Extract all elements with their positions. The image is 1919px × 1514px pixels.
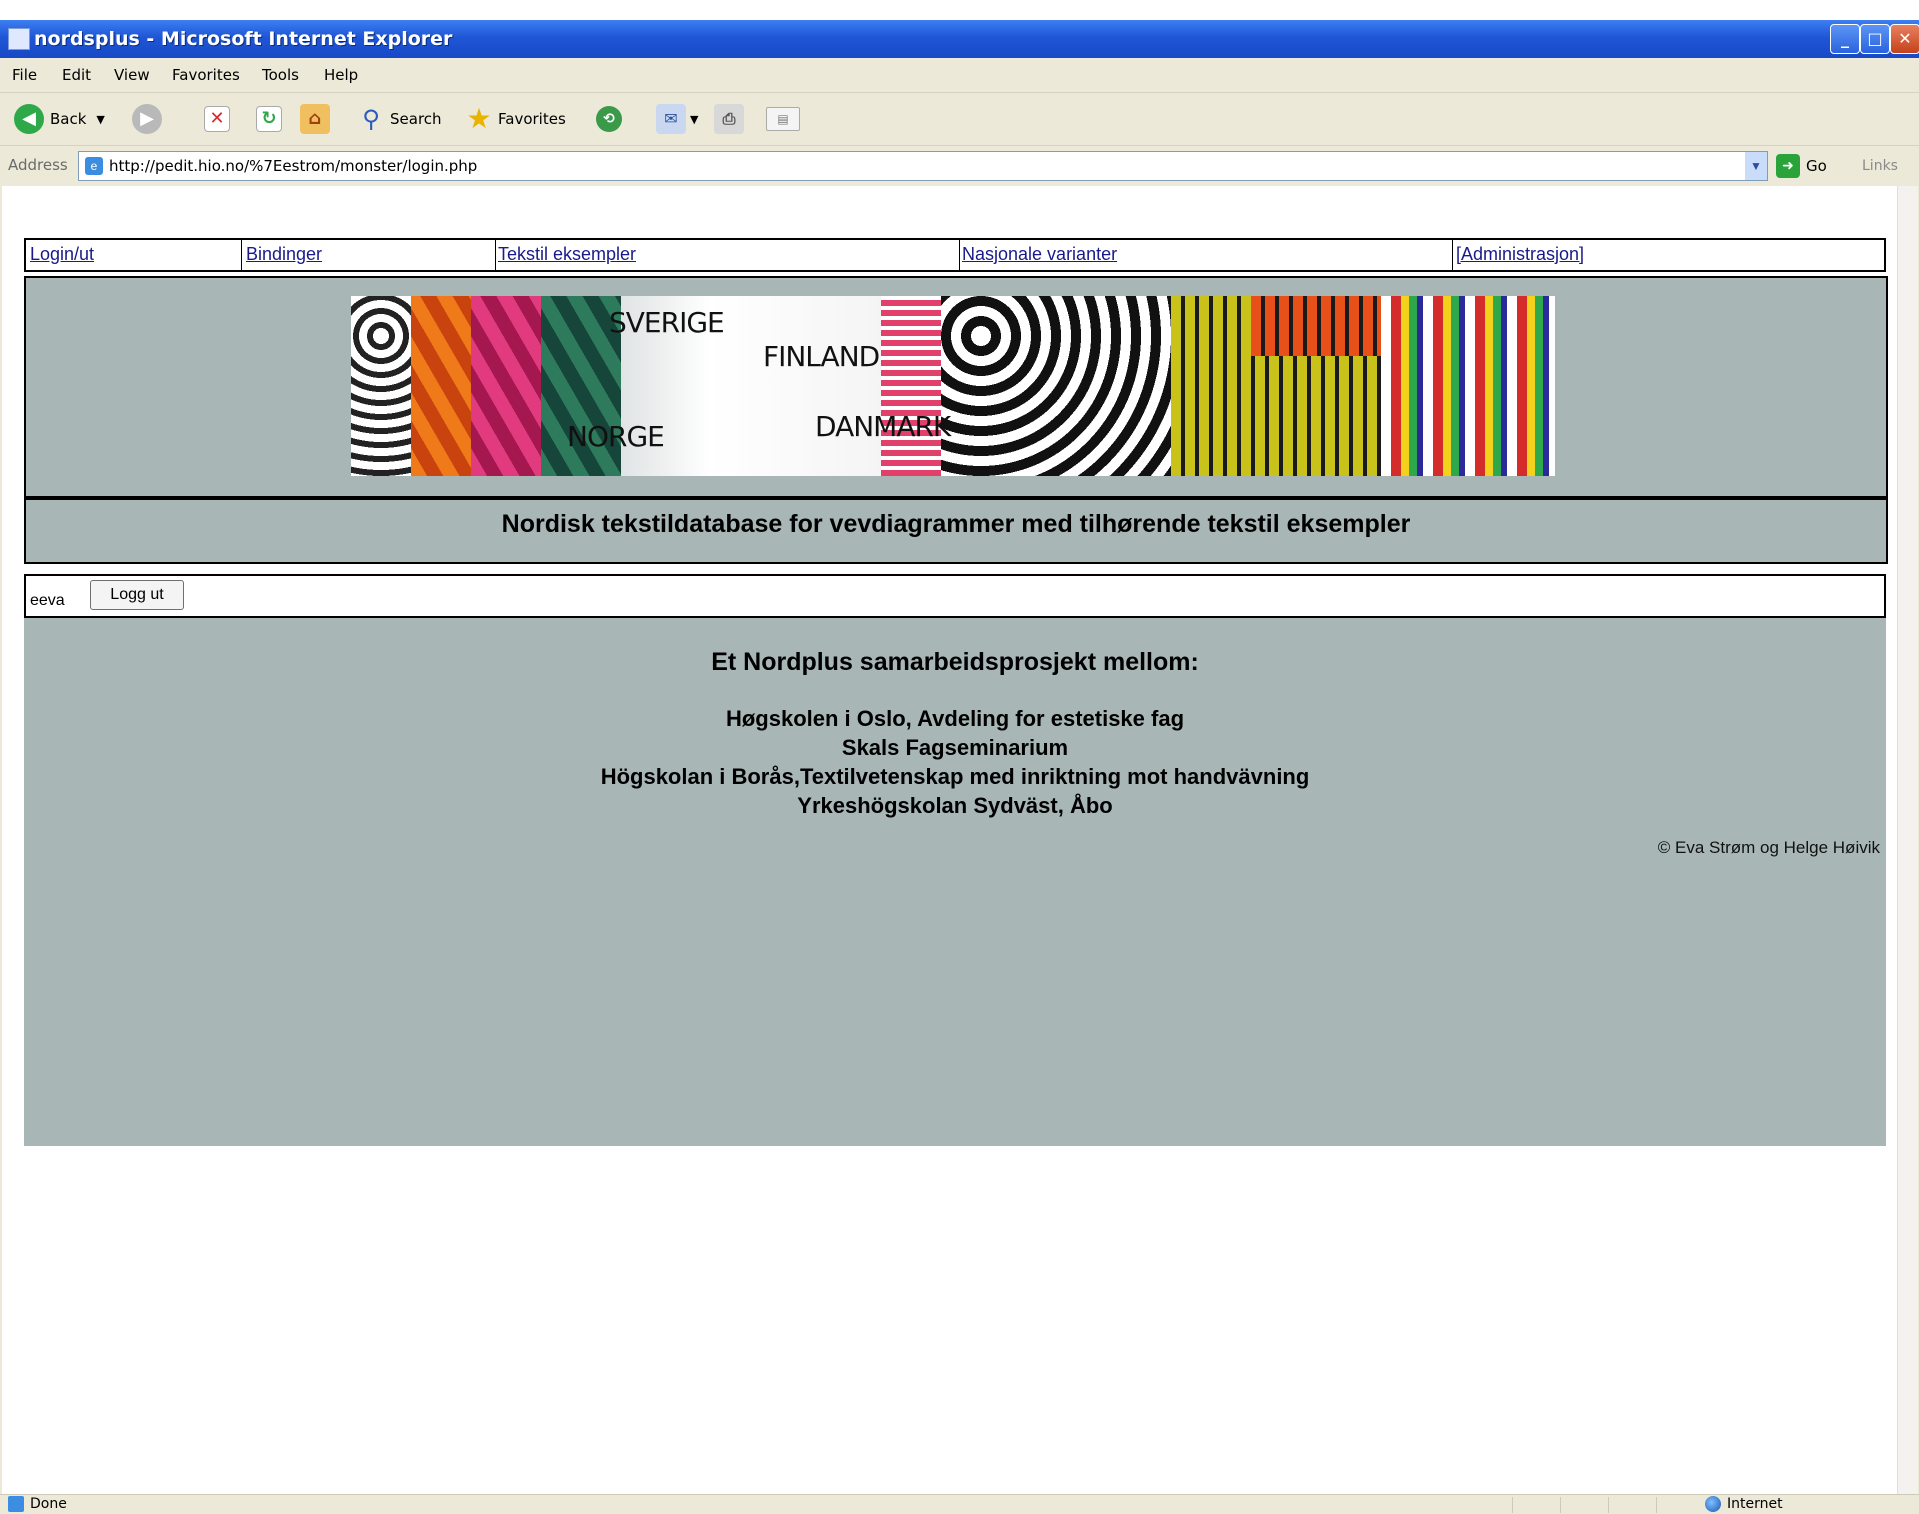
menu-edit[interactable]: Edit bbox=[62, 66, 91, 84]
nav-administrasjon[interactable]: [Administrasjon] bbox=[1456, 244, 1584, 265]
close-button[interactable]: ✕ bbox=[1890, 24, 1919, 54]
nav-divider bbox=[495, 240, 496, 270]
menu-favorites[interactable]: Favorites bbox=[172, 66, 240, 84]
collaboration-heading: Et Nordplus samarbeidsprosjekt mellom: bbox=[711, 648, 1199, 676]
partner-item: Yrkeshögskolan Sydväst, Åbo bbox=[797, 793, 1113, 818]
page-status-icon bbox=[8, 1496, 24, 1512]
favorites-button[interactable]: ★ Favorites bbox=[464, 101, 566, 137]
back-button[interactable]: ◀ Back ▼ bbox=[14, 101, 105, 137]
refresh-icon: ↻ bbox=[256, 106, 282, 132]
page-icon: e bbox=[85, 157, 103, 175]
history-button[interactable]: ⟲ bbox=[596, 101, 622, 137]
top-margin bbox=[0, 0, 1919, 20]
back-label: Back bbox=[50, 110, 87, 128]
edit-button[interactable]: ▤ bbox=[766, 101, 800, 137]
status-text: Done bbox=[30, 1496, 67, 1512]
go-arrow-icon: ➜ bbox=[1776, 154, 1800, 178]
minimize-button[interactable]: _ bbox=[1830, 24, 1860, 54]
title-bar: nordsplus - Microsoft Internet Explorer … bbox=[0, 20, 1919, 58]
nav-nasjonale-varianter[interactable]: Nasjonale varianter bbox=[962, 244, 1117, 265]
back-arrow-icon: ◀ bbox=[14, 104, 44, 134]
maximize-button[interactable]: □ bbox=[1860, 24, 1890, 54]
status-done: Done bbox=[8, 1496, 67, 1512]
nav-divider bbox=[1452, 240, 1453, 270]
address-url: http://pedit.hio.no/%7Eestrom/monster/lo… bbox=[109, 157, 478, 175]
content-panel: Et Nordplus samarbeidsprosjekt mellom: H… bbox=[24, 618, 1886, 1146]
ie-app-icon bbox=[8, 28, 30, 50]
banner-panel: SVERIGE FINLAND NORGE DANMARK bbox=[24, 276, 1888, 498]
partner-item: Skals Fagseminarium bbox=[841, 735, 1069, 760]
go-label: Go bbox=[1806, 157, 1827, 175]
window-title: nordsplus - Microsoft Internet Explorer bbox=[34, 28, 453, 50]
status-bar: Done Internet bbox=[0, 1494, 1919, 1514]
nav-divider bbox=[241, 240, 242, 270]
banner-danmark: DANMARK bbox=[815, 410, 951, 443]
internet-globe-icon bbox=[1705, 1496, 1721, 1512]
page-viewport: Login/ut Bindinger Tekstil eksempler Nas… bbox=[2, 186, 1897, 1494]
nav-tekstil-eksempler[interactable]: Tekstil eksempler bbox=[498, 244, 636, 265]
logged-in-username: eeva bbox=[30, 592, 65, 609]
edit-page-icon: ▤ bbox=[766, 107, 800, 131]
login-bar: eeva Logg ut bbox=[24, 574, 1886, 618]
vertical-scrollbar[interactable] bbox=[1897, 186, 1918, 1494]
banner-finland: FINLAND bbox=[763, 340, 880, 373]
address-dropdown-icon[interactable]: ▼ bbox=[1745, 152, 1767, 180]
banner-norge: NORGE bbox=[567, 420, 665, 453]
nav-divider bbox=[959, 240, 960, 270]
address-label: Address bbox=[8, 156, 68, 174]
mail-dropdown-icon[interactable]: ▼ bbox=[690, 113, 698, 126]
search-icon: ⚲ bbox=[362, 105, 380, 133]
partner-list: Høgskolen i Oslo, Avdeling for estetiske… bbox=[24, 704, 1886, 820]
forward-arrow-icon: ▶ bbox=[132, 104, 162, 134]
links-label[interactable]: Links bbox=[1862, 158, 1898, 174]
stop-button[interactable]: ✕ bbox=[204, 101, 230, 137]
copyright-notice: © Eva Strøm og Helge Høivik bbox=[1657, 838, 1880, 857]
forward-button[interactable]: ▶ bbox=[132, 101, 162, 137]
zone-text: Internet bbox=[1727, 1496, 1783, 1512]
address-bar: Address e http://pedit.hio.no/%7Eestrom/… bbox=[0, 146, 1919, 186]
back-dropdown-icon[interactable]: ▼ bbox=[96, 113, 104, 126]
history-icon: ⟲ bbox=[596, 106, 622, 132]
menu-help[interactable]: Help bbox=[324, 66, 358, 84]
search-button[interactable]: ⚲ Search bbox=[356, 101, 442, 137]
stop-icon: ✕ bbox=[204, 106, 230, 132]
refresh-button[interactable]: ↻ bbox=[256, 101, 282, 137]
partner-item: Högskolan i Borås,Textilvetenskap med in… bbox=[600, 764, 1310, 789]
standard-toolbar: ◀ Back ▼ ▶ ✕ ↻ ⌂ ⚲ Search ★ Favorites ⟲ … bbox=[0, 93, 1919, 146]
nav-bindinger[interactable]: Bindinger bbox=[246, 244, 322, 265]
home-button[interactable]: ⌂ bbox=[300, 101, 330, 137]
logout-button[interactable]: Logg ut bbox=[90, 580, 184, 610]
browser-window: nordsplus - Microsoft Internet Explorer … bbox=[0, 20, 1919, 1514]
go-button[interactable]: ➜ Go bbox=[1776, 153, 1827, 179]
menu-file[interactable]: File bbox=[12, 66, 37, 84]
textile-banner-image: SVERIGE FINLAND NORGE DANMARK bbox=[351, 296, 1555, 476]
print-button[interactable]: ⎙ bbox=[714, 101, 744, 137]
search-label: Search bbox=[390, 110, 442, 128]
menu-bar: File Edit View Favorites Tools Help bbox=[0, 58, 1919, 126]
title-panel: Nordisk tekstildatabase for vevdiagramme… bbox=[24, 498, 1888, 564]
menu-view[interactable]: View bbox=[114, 66, 150, 84]
favorites-label: Favorites bbox=[498, 110, 566, 128]
mail-icon: ✉ bbox=[656, 104, 686, 134]
address-input[interactable]: e http://pedit.hio.no/%7Eestrom/monster/… bbox=[78, 151, 1768, 181]
partner-item: Høgskolen i Oslo, Avdeling for estetiske… bbox=[725, 706, 1185, 731]
nav-login[interactable]: Login/ut bbox=[30, 244, 94, 265]
security-zone: Internet bbox=[1705, 1496, 1783, 1512]
menu-tools[interactable]: Tools bbox=[262, 66, 299, 84]
home-icon: ⌂ bbox=[300, 104, 330, 134]
print-icon: ⎙ bbox=[714, 104, 744, 134]
mail-button[interactable]: ✉ ▼ bbox=[656, 101, 698, 137]
page-title: Nordisk tekstildatabase for vevdiagramme… bbox=[501, 510, 1411, 538]
favorites-star-icon: ★ bbox=[466, 102, 492, 135]
site-nav: Login/ut Bindinger Tekstil eksempler Nas… bbox=[24, 238, 1886, 272]
banner-sverige: SVERIGE bbox=[609, 306, 725, 339]
